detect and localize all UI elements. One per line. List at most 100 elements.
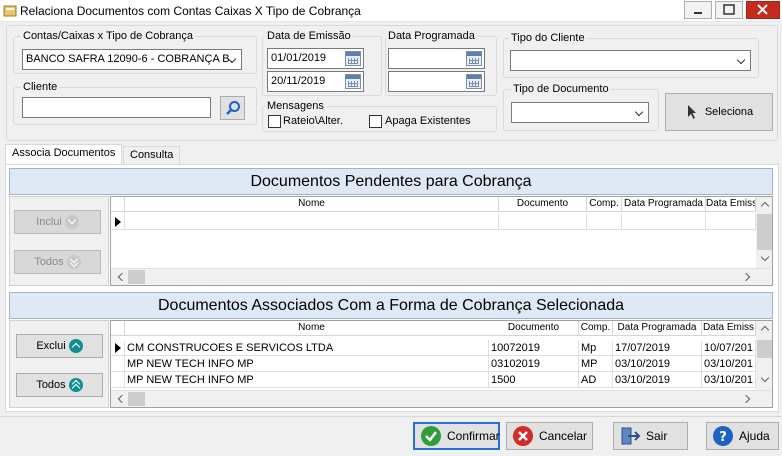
rateio-label: Rateio\Alter. — [283, 115, 343, 127]
apaga-label: Apaga Existentes — [385, 115, 471, 127]
sair-label: Sair — [646, 429, 668, 443]
cancelar-button[interactable]: Cancelar — [506, 422, 593, 450]
scroll-thumb[interactable] — [757, 340, 772, 358]
table-cell-comp[interactable]: Mp — [579, 340, 613, 356]
table-cell[interactable] — [587, 214, 622, 230]
table-cell[interactable] — [706, 214, 756, 230]
table-cell-nome[interactable]: MP NEW TECH INFO MP — [125, 356, 489, 372]
maximize-icon — [723, 4, 735, 15]
data-emissao-inicio-input[interactable]: 01/01/2019 — [267, 48, 364, 69]
data-emissao-label: Data de Emissão — [265, 30, 353, 42]
data-emissao-fim-input[interactable]: 20/11/2019 — [267, 71, 364, 92]
data-emissao-fim-value: 20/11/2019 — [271, 75, 326, 87]
apaga-checkbox[interactable] — [369, 115, 382, 128]
data-programada-inicio-input[interactable] — [388, 48, 485, 69]
todos-associados-button[interactable]: Todos — [16, 373, 103, 397]
table-cell-data-programada[interactable]: 03/10/2019 — [613, 372, 702, 388]
table-cell[interactable] — [499, 214, 587, 230]
table-cell-data-emissao[interactable]: 03/10/201 — [702, 372, 756, 388]
col-comp[interactable]: Comp. — [587, 197, 622, 212]
seleciona-button[interactable]: Seleciona — [665, 93, 773, 131]
vertical-scrollbar[interactable] — [756, 321, 772, 390]
pendentes-grid: Nome Documento Comp. Data Programada Dat… — [110, 196, 773, 286]
row-indicator — [111, 340, 125, 356]
scroll-left-icon — [117, 272, 127, 282]
col-nome[interactable]: Nome — [125, 197, 499, 212]
todos-pendentes-button[interactable]: Todos — [14, 250, 101, 274]
calendar-icon[interactable] — [466, 51, 482, 66]
tab-label: Associa Documentos — [12, 147, 116, 159]
scroll-thumb[interactable] — [757, 214, 772, 250]
col-data-programada[interactable]: Data Programada — [622, 197, 706, 212]
chevron-down-icon — [734, 51, 750, 70]
col-data-emissao[interactable]: Data Emiss — [706, 197, 756, 212]
title-bar: Relaciona Documentos com Contas Caixas X… — [0, 0, 782, 22]
col-data-emissao[interactable]: Data Emiss — [702, 321, 756, 336]
table-cell-documento[interactable]: 1500 — [489, 372, 579, 388]
search-button[interactable] — [220, 96, 245, 120]
table-cell-documento[interactable]: 03102019 — [489, 356, 579, 372]
scroll-down-icon — [760, 252, 770, 262]
col-documento[interactable]: Documento — [499, 197, 587, 212]
chevron-down-icon — [225, 50, 241, 69]
svg-text:?: ? — [719, 430, 727, 445]
cliente-label: Cliente — [21, 81, 60, 93]
calendar-icon[interactable] — [345, 74, 361, 89]
tab-label: Consulta — [130, 149, 174, 161]
inclui-label: Inclui — [36, 216, 62, 228]
table-cell-data-programada[interactable]: 17/07/2019 — [613, 340, 702, 356]
inclui-button[interactable]: Inclui — [14, 210, 101, 234]
data-programada-fim-input[interactable] — [388, 71, 485, 92]
table-cell-data-emissao[interactable]: 03/10/201 — [702, 356, 756, 372]
scroll-thumb[interactable] — [128, 270, 145, 284]
horizontal-scrollbar[interactable] — [111, 390, 772, 407]
confirmar-button[interactable]: Confirmar — [413, 422, 500, 450]
arrow-up-icon — [68, 339, 83, 353]
vertical-scrollbar[interactable] — [756, 197, 772, 268]
exclui-button[interactable]: Exclui — [16, 334, 103, 358]
tab-consulta[interactable]: Consulta — [123, 146, 181, 164]
table-cell-comp[interactable]: MP — [579, 356, 613, 372]
table-cell[interactable] — [125, 214, 499, 230]
double-arrow-down-icon — [66, 254, 81, 269]
table-cell-comp[interactable]: AD — [579, 372, 613, 388]
data-programada-label: Data Programada — [386, 30, 477, 42]
associados-grid: Nome Documento Comp. Data Programada Dat… — [110, 320, 773, 408]
rateio-checkbox[interactable] — [268, 115, 281, 128]
contas-select[interactable]: BANCO SAFRA 12090-6 - COBRANÇA B. — [22, 49, 242, 70]
cliente-input[interactable] — [22, 97, 211, 118]
table-cell-data-emissao[interactable]: 10/07/201 — [702, 340, 756, 356]
row-indicator — [111, 356, 125, 372]
data-emissao-inicio-value: 01/01/2019 — [271, 52, 327, 64]
minimize-button[interactable] — [684, 1, 712, 19]
horizontal-scrollbar[interactable] — [111, 268, 772, 285]
chevron-down-icon — [632, 103, 648, 122]
todos-label: Todos — [34, 256, 64, 268]
ajuda-button[interactable]: ? Ajuda — [706, 422, 779, 450]
table-cell-documento[interactable]: 10072019 — [489, 340, 579, 356]
table-cell-data-programada[interactable]: 03/10/2019 — [613, 356, 702, 372]
table-cell-nome[interactable]: MP NEW TECH INFO MP — [125, 372, 489, 388]
table-cell[interactable] — [622, 214, 706, 230]
col-documento[interactable]: Documento — [489, 321, 579, 336]
cancelar-label: Cancelar — [539, 429, 588, 443]
confirmar-label: Confirmar — [447, 429, 500, 443]
sair-button[interactable]: Sair — [613, 422, 688, 450]
table-cell-nome[interactable]: CM CONSTRUCOES E SERVICOS LTDA — [125, 340, 489, 356]
scroll-left-icon — [117, 394, 127, 404]
calendar-icon[interactable] — [466, 74, 482, 89]
col-data-programada[interactable]: Data Programada — [613, 321, 702, 336]
seleciona-label: Seleciona — [704, 106, 754, 118]
app-icon — [3, 4, 17, 18]
double-arrow-up-icon — [68, 378, 83, 393]
col-comp[interactable]: Comp. — [579, 321, 613, 336]
calendar-icon[interactable] — [345, 51, 361, 66]
tipo-documento-select[interactable] — [511, 102, 649, 123]
exclui-label: Exclui — [36, 340, 66, 352]
maximize-button[interactable] — [715, 1, 743, 19]
col-nome[interactable]: Nome — [125, 321, 499, 336]
close-button[interactable] — [746, 1, 780, 19]
scroll-thumb[interactable] — [128, 392, 145, 406]
tab-associa-documentos[interactable]: Associa Documentos — [5, 144, 123, 165]
tipo-cliente-select[interactable] — [510, 50, 751, 71]
